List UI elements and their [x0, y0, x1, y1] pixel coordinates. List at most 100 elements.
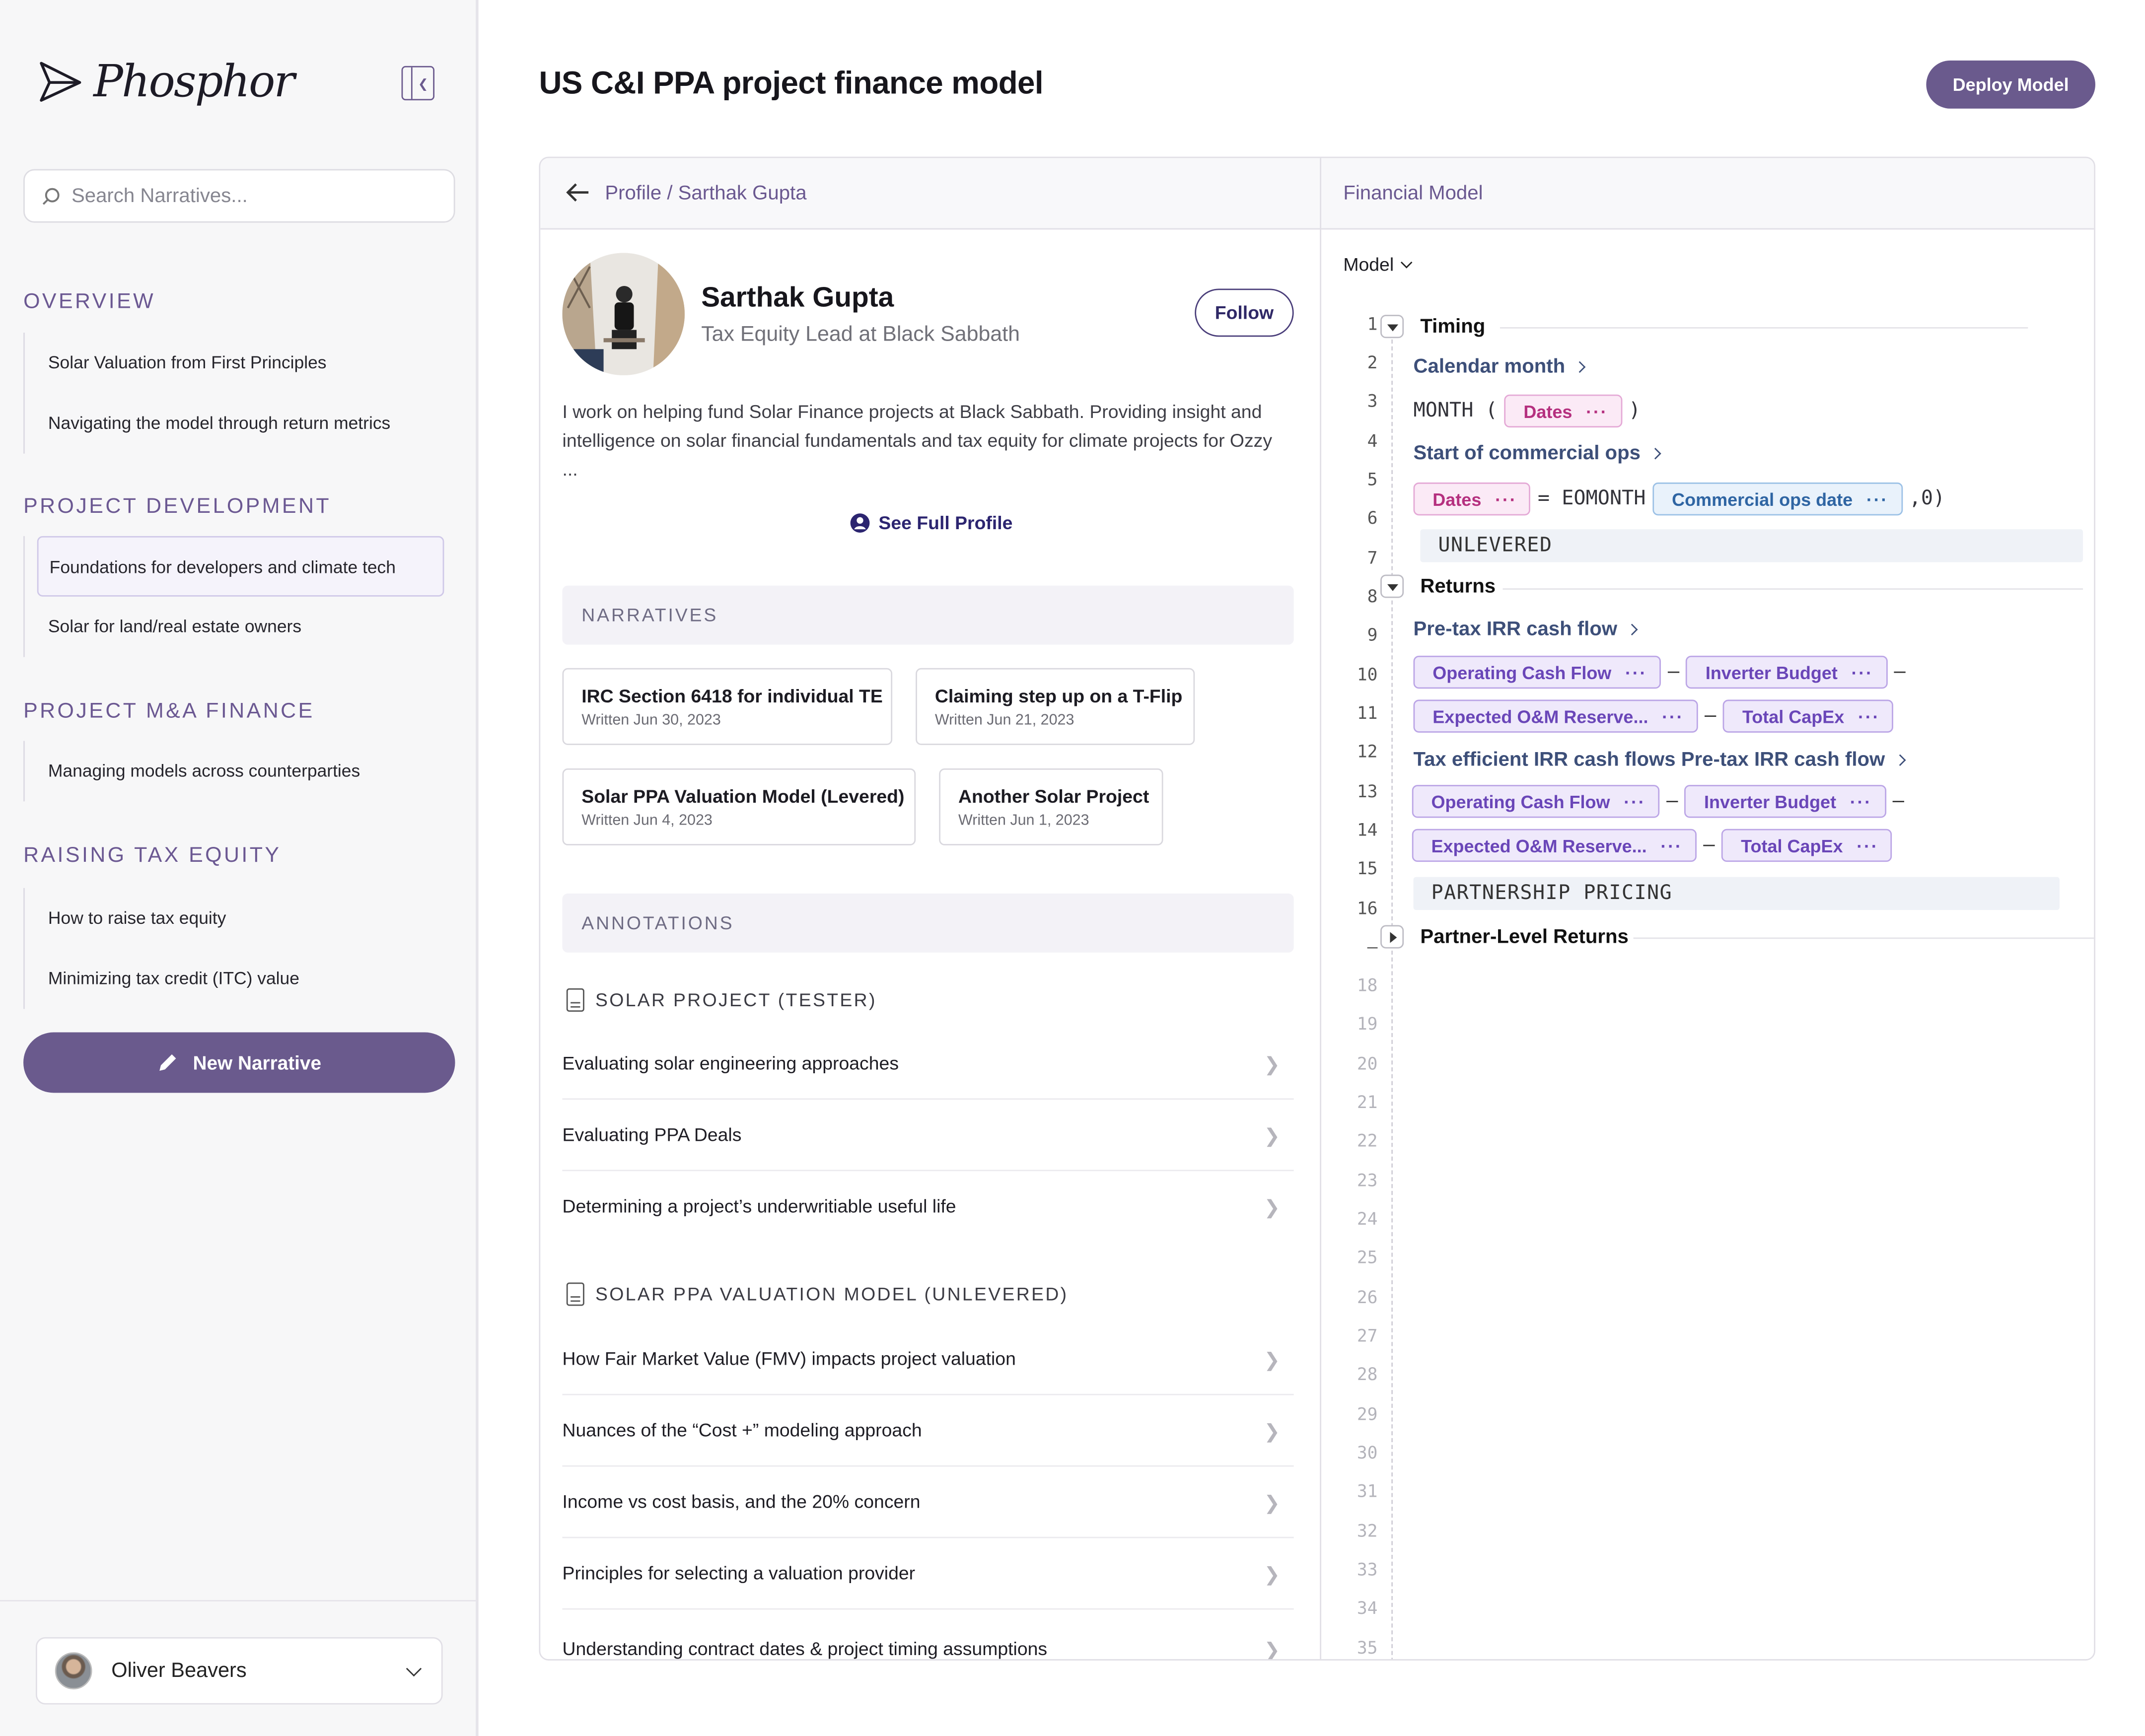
chip-label: Inverter Budget — [1704, 791, 1837, 812]
follow-button[interactable]: Follow — [1195, 288, 1294, 337]
annotation-row[interactable]: How Fair Market Value (FMV) impacts proj… — [562, 1324, 1294, 1395]
section-title-project-ma-finance: PROJECT M&A FINANCE — [23, 699, 315, 723]
chip-label: Dates — [1432, 488, 1482, 509]
more-icon[interactable]: ··· — [1624, 791, 1645, 812]
fold-toggle-icon[interactable] — [1380, 315, 1404, 339]
definition-label: Tax efficient IRR cash flows Pre-tax IRR… — [1413, 749, 1885, 771]
sidebar-item[interactable]: Solar for land/real estate owners — [25, 597, 432, 657]
formula-row: Expected O&M Reserve... ··· – Total CapEx… — [1413, 699, 1894, 733]
chevron-right-icon: ❯ — [1264, 1420, 1280, 1442]
line-number: 29 — [1357, 1403, 1378, 1424]
inverter-budget-chip[interactable]: Inverter Budget ··· — [1685, 785, 1886, 818]
section-list-project-development: Foundations for developers and climate t… — [23, 536, 444, 657]
more-icon[interactable]: ··· — [1660, 835, 1682, 856]
sidebar-footer-divider — [0, 1600, 479, 1601]
chevron-right-icon: ❯ — [1264, 1563, 1280, 1585]
operating-cash-flow-chip[interactable]: Operating Cash Flow ··· — [1413, 655, 1661, 689]
expected-om-reserve-chip[interactable]: Expected O&M Reserve... ··· — [1413, 699, 1698, 733]
annotation-row[interactable]: Determining a project’s underwritiable u… — [563, 1171, 1294, 1243]
sidebar-item[interactable]: Managing models across counterparties — [25, 741, 432, 801]
line-number: 6 — [1367, 507, 1378, 528]
annotation-row[interactable]: Principles for selecting a valuation pro… — [562, 1538, 1294, 1610]
definition-label: Start of commercial ops — [1413, 442, 1641, 465]
total-capex-chip[interactable]: Total CapEx ··· — [1721, 829, 1893, 862]
definition-tax-efficient-irr[interactable]: Tax efficient IRR cash flows Pre-tax IRR… — [1413, 749, 1906, 771]
definition-label: Calendar month — [1413, 356, 1566, 378]
search-icon — [42, 187, 60, 205]
logo-icon — [40, 62, 81, 102]
annotation-row[interactable]: Understanding contract dates & project t… — [563, 1614, 1294, 1661]
expected-om-reserve-chip[interactable]: Expected O&M Reserve... ··· — [1412, 829, 1697, 862]
main-card: Profile / Sarthak Gupta Financial Model … — [539, 156, 2095, 1661]
line-number: – — [1367, 936, 1378, 957]
operating-cash-flow-chip[interactable]: Operating Cash Flow ··· — [1412, 785, 1660, 818]
definition-start-commercial-ops[interactable]: Start of commercial ops — [1413, 442, 1662, 465]
line-number: 1 — [1367, 313, 1378, 334]
line-number: 21 — [1357, 1091, 1378, 1112]
search-input[interactable] — [71, 185, 429, 207]
logo[interactable]: Phosphor — [39, 55, 295, 107]
narrative-card[interactable]: Claiming step up on a T-Flip Written Jun… — [916, 668, 1195, 745]
more-icon[interactable]: ··· — [1495, 488, 1517, 509]
search-box[interactable] — [23, 169, 455, 223]
more-icon[interactable]: ··· — [1662, 706, 1684, 727]
dates-chip[interactable]: Dates ··· — [1413, 482, 1531, 516]
section-heading-timing: Timing — [1420, 316, 1486, 339]
line-number: 27 — [1357, 1325, 1378, 1346]
sidebar-item-active[interactable]: Foundations for developers and climate t… — [37, 536, 444, 597]
more-icon[interactable]: ··· — [1586, 401, 1608, 421]
chevron-right-icon: ❯ — [1264, 1638, 1280, 1661]
sidebar-item[interactable]: Navigating the model through return metr… — [25, 393, 432, 454]
annotation-label: Nuances of the “Cost +” modeling approac… — [562, 1420, 922, 1441]
chip-label: Operating Cash Flow — [1432, 662, 1612, 683]
narrative-card[interactable]: Solar PPA Valuation Model (Levered) Writ… — [562, 768, 916, 845]
line-number: 16 — [1357, 898, 1378, 918]
inverter-budget-chip[interactable]: Inverter Budget ··· — [1686, 655, 1887, 689]
formula-row: Expected O&M Reserve... ··· – Total CapEx… — [1412, 829, 1893, 862]
annotation-row[interactable]: Evaluating PPA Deals ❯ — [562, 1100, 1294, 1172]
more-icon[interactable]: ··· — [1850, 791, 1872, 812]
narrative-card[interactable]: Another Solar Project Written Jun 1, 202… — [939, 768, 1163, 845]
sidebar-item[interactable]: Minimizing tax credit (ITC) value — [25, 949, 432, 1009]
dates-chip[interactable]: Dates ··· — [1504, 394, 1622, 428]
section-list-project-ma-finance: Managing models across counterparties — [23, 741, 432, 802]
more-icon[interactable]: ··· — [1866, 488, 1888, 509]
sidebar-item[interactable]: Solar Valuation from First Principles — [25, 333, 432, 393]
deploy-model-button[interactable]: Deploy Model — [1926, 60, 2095, 109]
line-number: 23 — [1357, 1170, 1378, 1190]
expand-toggle-icon[interactable] — [1380, 925, 1404, 949]
narrative-card[interactable]: IRC Section 6418 for individual TE Writt… — [562, 668, 893, 745]
annotation-row[interactable]: Income vs cost basis, and the 20% concer… — [562, 1467, 1294, 1538]
annotation-row[interactable]: Nuances of the “Cost +” modeling approac… — [562, 1395, 1294, 1467]
line-number: 7 — [1367, 547, 1378, 568]
sidebar-item[interactable]: How to raise tax equity — [25, 888, 432, 949]
more-icon[interactable]: ··· — [1625, 662, 1647, 683]
definition-calendar-month[interactable]: Calendar month — [1413, 356, 1586, 378]
chevron-right-icon: ❯ — [1264, 1348, 1280, 1371]
line-number: 12 — [1357, 741, 1378, 762]
sidebar: Phosphor ❮ OVERVIEW Solar Valuation from… — [0, 0, 479, 1736]
new-narrative-button[interactable]: New Narrative — [23, 1032, 455, 1093]
breadcrumb[interactable]: Profile / Sarthak Gupta — [605, 183, 806, 205]
panel-divider — [1320, 158, 1322, 1660]
line-number: 5 — [1367, 469, 1378, 489]
line-number: 20 — [1357, 1053, 1378, 1074]
see-full-profile-link[interactable]: See Full Profile — [850, 513, 1012, 533]
back-arrow-icon[interactable] — [565, 182, 590, 208]
line-number: 24 — [1357, 1208, 1378, 1229]
more-icon[interactable]: ··· — [1857, 835, 1878, 856]
definition-pretax-irr[interactable]: Pre-tax IRR cash flow — [1414, 619, 1639, 640]
narrative-title: IRC Section 6418 for individual TE — [581, 686, 883, 707]
annotation-row[interactable]: Evaluating solar engineering approaches ❯ — [562, 1028, 1294, 1100]
more-icon[interactable]: ··· — [1852, 662, 1873, 683]
commercial-ops-date-chip[interactable]: Commercial ops date ··· — [1652, 482, 1902, 516]
fold-toggle-icon[interactable] — [1380, 574, 1404, 598]
formula-row: Operating Cash Flow ··· – Inverter Budget… — [1412, 785, 1904, 818]
section-list-raising-tax-equity: How to raise tax equity Minimizing tax c… — [23, 888, 431, 1009]
sidebar-collapse-icon[interactable]: ❮ — [401, 66, 435, 101]
total-capex-chip[interactable]: Total CapEx ··· — [1723, 699, 1894, 733]
more-icon[interactable]: ··· — [1858, 706, 1880, 727]
annotation-label: Income vs cost basis, and the 20% concer… — [562, 1491, 921, 1512]
model-selector[interactable]: Model — [1343, 254, 1412, 275]
user-menu[interactable]: Oliver Beavers — [35, 1637, 443, 1705]
